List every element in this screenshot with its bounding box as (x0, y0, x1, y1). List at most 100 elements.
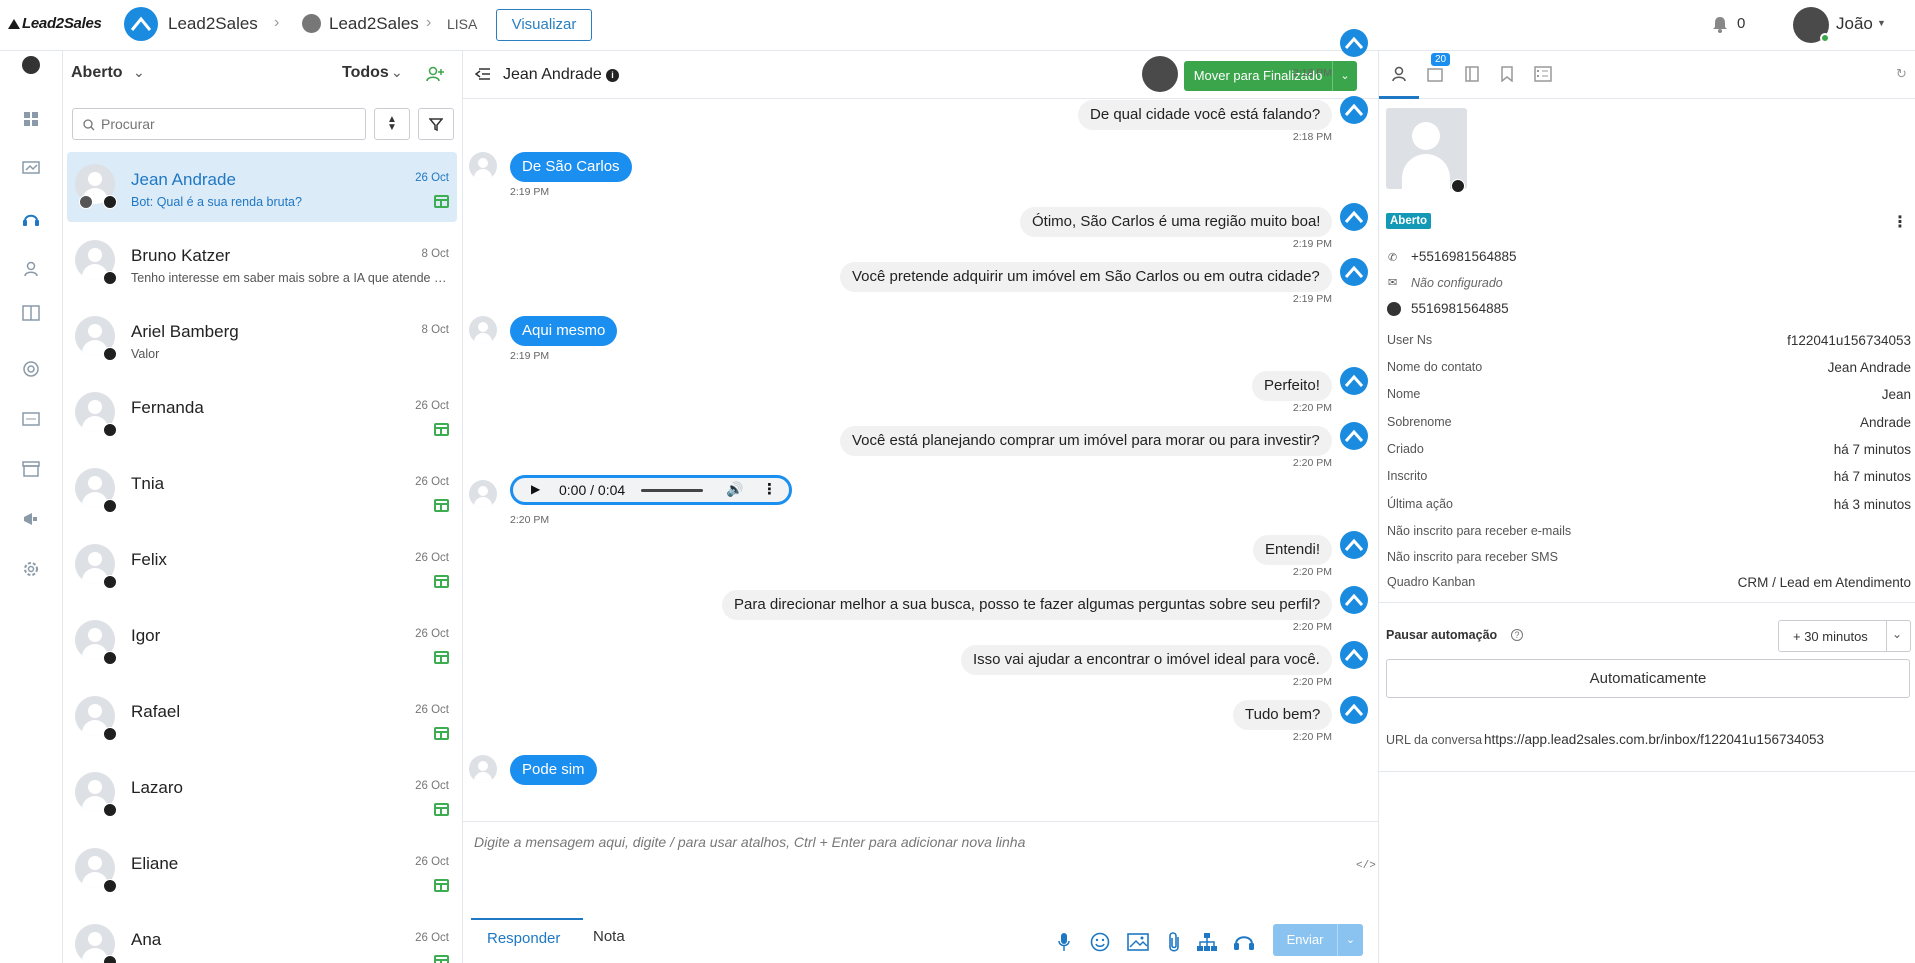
info-icon[interactable]: i (606, 69, 619, 82)
conversation-name: Rafael (131, 702, 181, 721)
message-time: 2:19 PM (510, 350, 550, 362)
whatsapp-icon (103, 195, 117, 209)
contact-email[interactable]: Não configurado (1411, 276, 1503, 290)
kanban-icon (434, 195, 449, 208)
field-value[interactable]: Jean (1882, 387, 1911, 402)
more-options-icon[interactable]: ⋮ (762, 480, 777, 498)
dashboard-icon[interactable] (20, 108, 42, 130)
reports-icon[interactable] (20, 158, 42, 180)
help-icon[interactable]: ? (1511, 629, 1523, 641)
list-item[interactable]: Ana 26 Oct (67, 912, 457, 963)
audio-progress[interactable] (641, 489, 703, 492)
chat-contact-name[interactable]: Jean Andrade (503, 66, 602, 84)
user-name[interactable]: João (1836, 14, 1873, 34)
list-item[interactable]: Lazaro 26 Oct (67, 760, 457, 830)
list-item[interactable]: Igor 26 Oct (67, 608, 457, 678)
headset-icon[interactable] (20, 208, 42, 230)
field-value[interactable]: Jean Andrade (1828, 360, 1911, 375)
tab-checklist-icon[interactable] (1534, 66, 1552, 87)
list-item[interactable]: Ariel Bamberg Valor 8 Oct (67, 304, 457, 374)
list-item[interactable]: Tnia 26 Oct (67, 456, 457, 526)
search-input[interactable] (101, 116, 351, 132)
list-item[interactable]: Fernanda 26 Oct (67, 380, 457, 450)
lifebuoy-icon[interactable] (20, 358, 42, 380)
archive-icon[interactable] (20, 458, 42, 480)
chevron-down-icon[interactable]: ⌄ (391, 64, 403, 81)
microphone-icon[interactable] (1057, 932, 1071, 957)
list-item[interactable]: Rafael 26 Oct (67, 684, 457, 754)
volume-icon[interactable]: 🔊 (726, 481, 743, 498)
field-value[interactable]: CRM / Lead em Atendimento (1738, 575, 1911, 590)
kanban-icon (434, 879, 449, 892)
contact-phone[interactable]: +5516981564885 (1411, 249, 1517, 264)
bell-icon[interactable] (1712, 16, 1728, 38)
audio-player[interactable]: ▶ 0:00 / 0:04 🔊 ⋮ (510, 475, 792, 505)
brand-logo[interactable]: Lead2Sales (8, 15, 102, 32)
conversation-name: Bruno Katzer (131, 246, 231, 265)
url-label: URL da conversa (1386, 733, 1483, 747)
automatic-button[interactable]: Automaticamente (1386, 659, 1910, 698)
breadcrumb-inbox[interactable]: LISA (447, 16, 477, 32)
breadcrumb-channel[interactable]: Lead2Sales (329, 14, 419, 34)
move-dropdown-button[interactable]: ⌄ (1332, 61, 1357, 91)
send-dropdown-button[interactable]: ⌄ (1337, 924, 1363, 956)
field-value[interactable]: há 3 minutos (1834, 497, 1911, 512)
play-icon[interactable]: ▶ (531, 482, 540, 496)
pause-duration-select[interactable]: + 30 minutos ⌄ (1778, 620, 1911, 652)
conversation-name: Fernanda (131, 398, 204, 417)
breadcrumb-app[interactable]: Lead2Sales (168, 14, 258, 34)
user-avatar[interactable] (1793, 7, 1830, 43)
emoji-icon[interactable] (1090, 932, 1110, 957)
send-button[interactable]: Enviar (1273, 924, 1337, 956)
settings-gear-icon[interactable] (20, 558, 42, 580)
tab-note[interactable]: Nota (593, 928, 625, 945)
chevron-down-icon[interactable]: ⌄ (133, 64, 145, 81)
caret-down-icon[interactable]: ▼ (1877, 18, 1886, 28)
contact-whatsapp[interactable]: 5516981564885 (1411, 301, 1509, 316)
field-label: Criado (1387, 442, 1424, 456)
agent-avatar[interactable] (1142, 56, 1178, 92)
field-value[interactable]: f122041u156734053 (1787, 333, 1911, 348)
field-value[interactable]: há 7 minutos (1834, 469, 1911, 484)
flow-icon[interactable] (1196, 932, 1218, 957)
image-icon[interactable] (1127, 933, 1149, 956)
code-icon[interactable]: </> (1356, 860, 1376, 872)
tab-book-icon[interactable] (1465, 66, 1479, 87)
field-value[interactable]: Andrade (1860, 415, 1911, 430)
kebab-menu-icon[interactable]: ⋮ (1892, 212, 1908, 232)
sort-icon: ▲ ▼ (387, 114, 397, 133)
bot-avatar-icon (1340, 258, 1368, 286)
status-filter[interactable]: Aberto (71, 64, 123, 82)
conversations-badge: 20 (1431, 53, 1451, 66)
tab-bookmark-icon[interactable] (1501, 66, 1513, 87)
whatsapp-nav-icon[interactable] (20, 54, 42, 76)
megaphone-icon[interactable] (20, 508, 42, 530)
attachment-icon[interactable] (1167, 931, 1181, 958)
tab-reply[interactable]: Responder (487, 930, 560, 947)
list-item[interactable]: Felix 26 Oct (67, 532, 457, 602)
book-icon[interactable] (20, 302, 42, 324)
tab-contact-icon[interactable] (1391, 66, 1407, 87)
conversation-date: 26 Oct (415, 780, 449, 792)
app-logo-icon[interactable] (124, 7, 158, 41)
list-item[interactable]: Bruno Katzer Tenho interesse em saber mai… (67, 228, 457, 298)
visualizar-button[interactable]: Visualizar (496, 9, 592, 41)
contacts-icon[interactable] (20, 258, 42, 280)
forms-icon[interactable] (20, 408, 42, 430)
whatsapp-icon (103, 651, 117, 665)
filter-button[interactable] (418, 108, 454, 140)
kanban-icon (434, 727, 449, 740)
scope-filter[interactable]: Todos (342, 64, 389, 82)
message-bubble-outgoing: Isso vai ajudar a encontrar o imóvel ide… (961, 645, 1332, 675)
add-contact-icon[interactable] (426, 66, 444, 87)
list-item[interactable]: Jean Andrade Bot: Qual é a sua renda brut… (67, 152, 457, 222)
sort-button[interactable]: ▲ ▼ (374, 108, 410, 140)
headset-icon[interactable] (1233, 932, 1255, 957)
conversation-url[interactable]: https://app.lead2sales.com.br/inbox/f122… (1484, 732, 1824, 747)
composer-input[interactable]: Digite a mensagem aqui, digite / para us… (474, 834, 1025, 850)
collapse-sidebar-icon[interactable] (474, 67, 491, 86)
list-item[interactable]: Eliane 26 Oct (67, 836, 457, 906)
refresh-icon[interactable]: ↻ (1896, 66, 1907, 82)
field-value[interactable]: há 7 minutos (1834, 442, 1911, 457)
tab-conversations-icon[interactable] (1427, 68, 1443, 87)
